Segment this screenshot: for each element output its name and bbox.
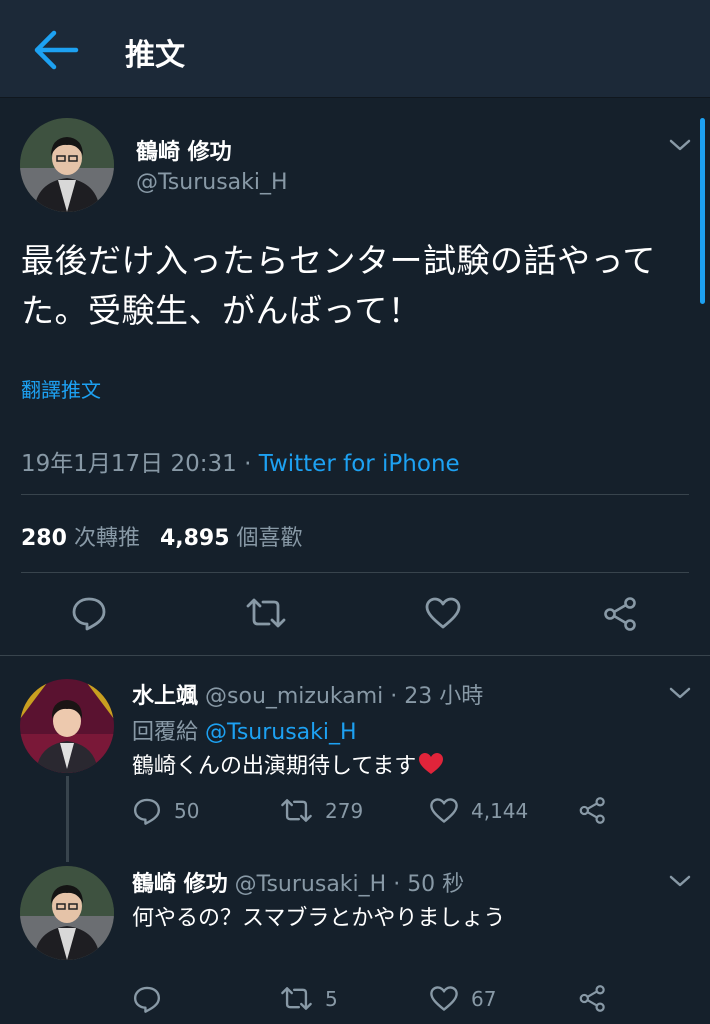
divider: [21, 494, 689, 495]
red-heart-emoji: [419, 753, 444, 774]
reply-button[interactable]: 50: [132, 796, 199, 826]
retweet-label: 次轉推: [73, 526, 140, 551]
reply-count: 50: [174, 799, 200, 823]
replying-to-mention[interactable]: @Tsurusaki_H: [205, 720, 357, 745]
like-count: 67: [471, 986, 497, 1011]
reply-icon: [133, 986, 161, 1013]
like-icon: [430, 986, 458, 1011]
meta-separator: ·: [236, 451, 259, 477]
reply-icon: [133, 798, 161, 825]
avatar[interactable]: [20, 866, 114, 960]
reply-header: 水上颯 @sou_mizukami · 23 小時: [132, 684, 484, 709]
like-count: 4,895: [159, 526, 230, 551]
chevron-down-icon: [669, 875, 691, 887]
thread-connector: [66, 776, 69, 862]
reply-menu-button[interactable]: [667, 684, 693, 702]
reply-author-name[interactable]: 鶴崎 修功: [132, 872, 228, 897]
tweet-text-line: た。受験生、がんばって！: [21, 291, 422, 330]
reply-author-name[interactable]: 水上颯: [132, 684, 198, 709]
translate-tweet-link[interactable]: 翻譯推文: [21, 374, 101, 403]
reply-button[interactable]: [132, 984, 174, 1014]
tweet-menu-button[interactable]: [667, 136, 693, 154]
retweet-count: 279: [325, 798, 364, 823]
author-handle[interactable]: @Tsurusaki_H: [136, 170, 288, 195]
author-name[interactable]: 鶴崎 修功: [136, 134, 232, 166]
reply-text: 鶴崎くんの出演期待してます: [132, 748, 444, 780]
retweet-button[interactable]: 5: [280, 985, 338, 1012]
retweet-stat[interactable]: 280 次轉推: [21, 526, 140, 551]
reply-header: 鶴崎 修功 @Tsurusaki_H · 50 秒: [132, 872, 465, 897]
reply-time: 23 小時: [404, 684, 484, 709]
divider: [21, 572, 689, 573]
retweet-button[interactable]: 279: [280, 797, 363, 824]
reply-text: 何やるの？スマブラとかやりましょう: [132, 906, 506, 931]
back-button[interactable]: [30, 28, 80, 72]
share-icon: [604, 597, 636, 631]
share-icon: [579, 797, 605, 824]
reply-time: 50 秒: [407, 872, 465, 897]
tweet-meta: 19年1月17日 20:31 · Twitter for iPhone: [21, 444, 460, 478]
share-button[interactable]: [578, 984, 608, 1013]
like-count: 4,144: [471, 798, 529, 823]
like-button[interactable]: 67: [429, 985, 496, 1012]
tweet-stats: 280 次轉推 4,895 個喜歡: [21, 520, 303, 552]
reply-menu-button[interactable]: [667, 872, 693, 890]
like-label: 個喜歡: [236, 526, 303, 551]
tweet-text: 最後だけ入ったらセンター試験の話やって た。受験生、がんばって！: [21, 236, 681, 336]
tweet-text-line: 最後だけ入ったらセンター試験の話やって: [21, 241, 656, 280]
reply-button[interactable]: [70, 594, 108, 632]
scrollbar[interactable]: [700, 118, 705, 304]
retweet-icon: [246, 598, 286, 628]
retweet-count: 280: [21, 526, 67, 551]
reply-icon: [72, 597, 106, 631]
like-stat[interactable]: 4,895 個喜歡: [160, 526, 303, 551]
chevron-down-icon: [669, 139, 691, 151]
chevron-down-icon: [669, 687, 691, 699]
avatar[interactable]: [20, 118, 114, 212]
like-button[interactable]: [424, 596, 462, 630]
replying-to-label: 回覆給: [132, 720, 199, 745]
like-icon: [425, 597, 461, 629]
page-title: 推文: [125, 38, 185, 73]
timestamp: 19年1月17日 20:31: [21, 451, 237, 477]
share-icon: [579, 985, 605, 1012]
retweet-icon: [281, 799, 312, 822]
share-button[interactable]: [602, 596, 640, 632]
back-arrow-icon: [34, 30, 79, 70]
like-button[interactable]: 4,144: [429, 797, 528, 824]
source-link[interactable]: Twitter for iPhone: [259, 451, 460, 477]
reply-author-handle[interactable]: @sou_mizukami: [205, 684, 383, 709]
share-button[interactable]: [578, 796, 608, 825]
replying-to: 回覆給 @Tsurusaki_H: [132, 714, 357, 746]
reply-author-handle[interactable]: @Tsurusaki_H: [235, 872, 387, 897]
like-icon: [430, 798, 458, 823]
reply-text-content: 鶴崎くんの出演期待してます: [132, 754, 417, 779]
divider: [0, 655, 710, 656]
retweet-count: 5: [325, 986, 338, 1011]
retweet-icon: [281, 987, 312, 1010]
retweet-button[interactable]: [245, 596, 287, 630]
top-bar: 推文: [0, 0, 710, 98]
avatar[interactable]: [20, 679, 114, 773]
